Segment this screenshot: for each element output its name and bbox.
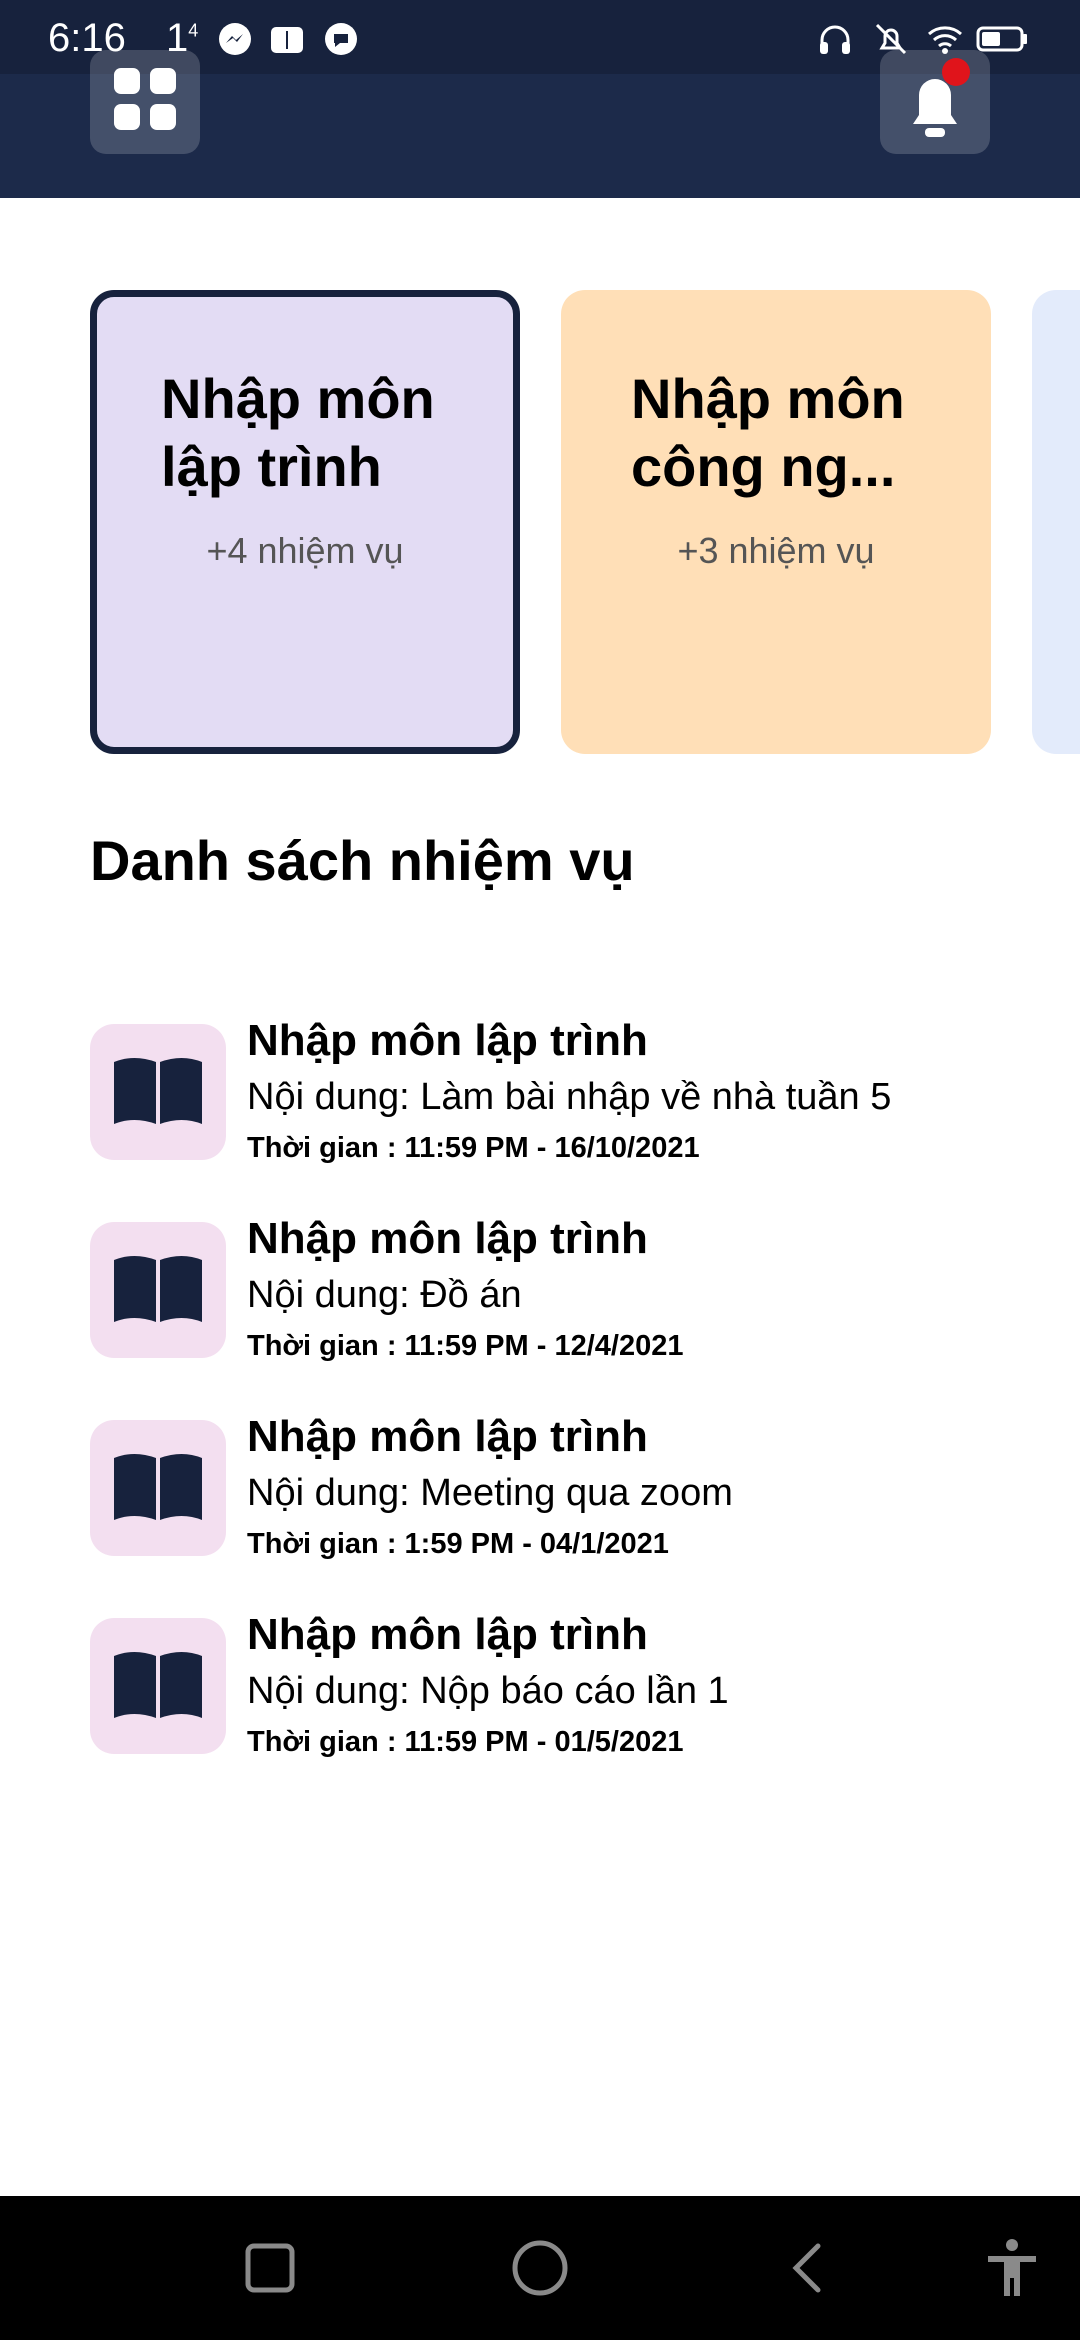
grid-menu-icon [114,68,176,130]
task-title: Nhập môn lập trình [247,1610,648,1659]
task-content: Nội dung: Đồ án [247,1274,522,1316]
subject-card-count: +4 nhiệm vụ [206,530,404,571]
subject-card-1[interactable]: Nhập môn lập trình +4 nhiệm vụ [90,290,520,754]
open-book-icon [114,1454,202,1520]
section-title: Danh sách nhiệm vụ [90,829,635,892]
notification-button[interactable] [880,50,990,154]
home-icon[interactable] [508,2236,572,2300]
task-title: Nhập môn lập trình [247,1016,648,1065]
task-time: Thời gian : 1:59 PM - 04/1/2021 [247,1528,669,1560]
back-icon[interactable] [778,2236,842,2300]
task-title: Nhập môn lập trình [247,1412,648,1461]
book-app-icon [271,27,303,53]
task-time: Thời gian : 11:59 PM - 16/10/2021 [247,1132,700,1164]
task-item[interactable]: Nhập môn lập trình Nội dung: Nộp báo cáo… [90,1610,1050,1768]
task-icon-container [90,1618,226,1754]
chat-app-icon [325,23,357,55]
messenger-icon [219,23,251,55]
task-item[interactable]: Nhập môn lập trình Nội dung: Meeting qua… [90,1412,1050,1570]
task-title: Nhập môn lập trình [247,1214,648,1263]
open-book-icon [114,1256,202,1322]
task-content: Nội dung: Meeting qua zoom [247,1472,733,1514]
open-book-icon [114,1652,202,1718]
open-book-icon [114,1058,202,1124]
subject-card-2[interactable]: Nhập môn công ng... +3 nhiệm vụ [561,290,991,754]
app-header: 6:16 14 [0,0,1080,198]
notification-badge [942,58,970,86]
task-content: Nội dung: Nộp báo cáo lần 1 [247,1670,729,1712]
subject-card-count: +3 nhiệm vụ [677,530,875,571]
task-item[interactable]: Nhập môn lập trình Nội dung: Làm bài nhậ… [90,1016,1050,1174]
bell-icon [913,79,957,137]
subject-card-title: Nhập môn lập trình [161,367,435,498]
system-nav-bar [0,2196,1080,2340]
recents-icon[interactable] [238,2236,302,2300]
task-icon-container [90,1024,226,1160]
task-content: Nội dung: Làm bài nhập về nhà tuần 5 [247,1076,892,1118]
task-icon-container [90,1420,226,1556]
accessibility-icon[interactable] [980,2236,1044,2300]
menu-button[interactable] [90,50,200,154]
task-icon-container [90,1222,226,1358]
subject-card-3[interactable] [1032,290,1080,754]
task-time: Thời gian : 11:59 PM - 12/4/2021 [247,1330,684,1362]
headphones-icon [820,25,850,54]
task-item[interactable]: Nhập môn lập trình Nội dung: Đồ án Thời … [90,1214,1050,1372]
subject-card-title: Nhập môn công ng... [631,367,905,498]
task-time: Thời gian : 11:59 PM - 01/5/2021 [247,1726,684,1758]
